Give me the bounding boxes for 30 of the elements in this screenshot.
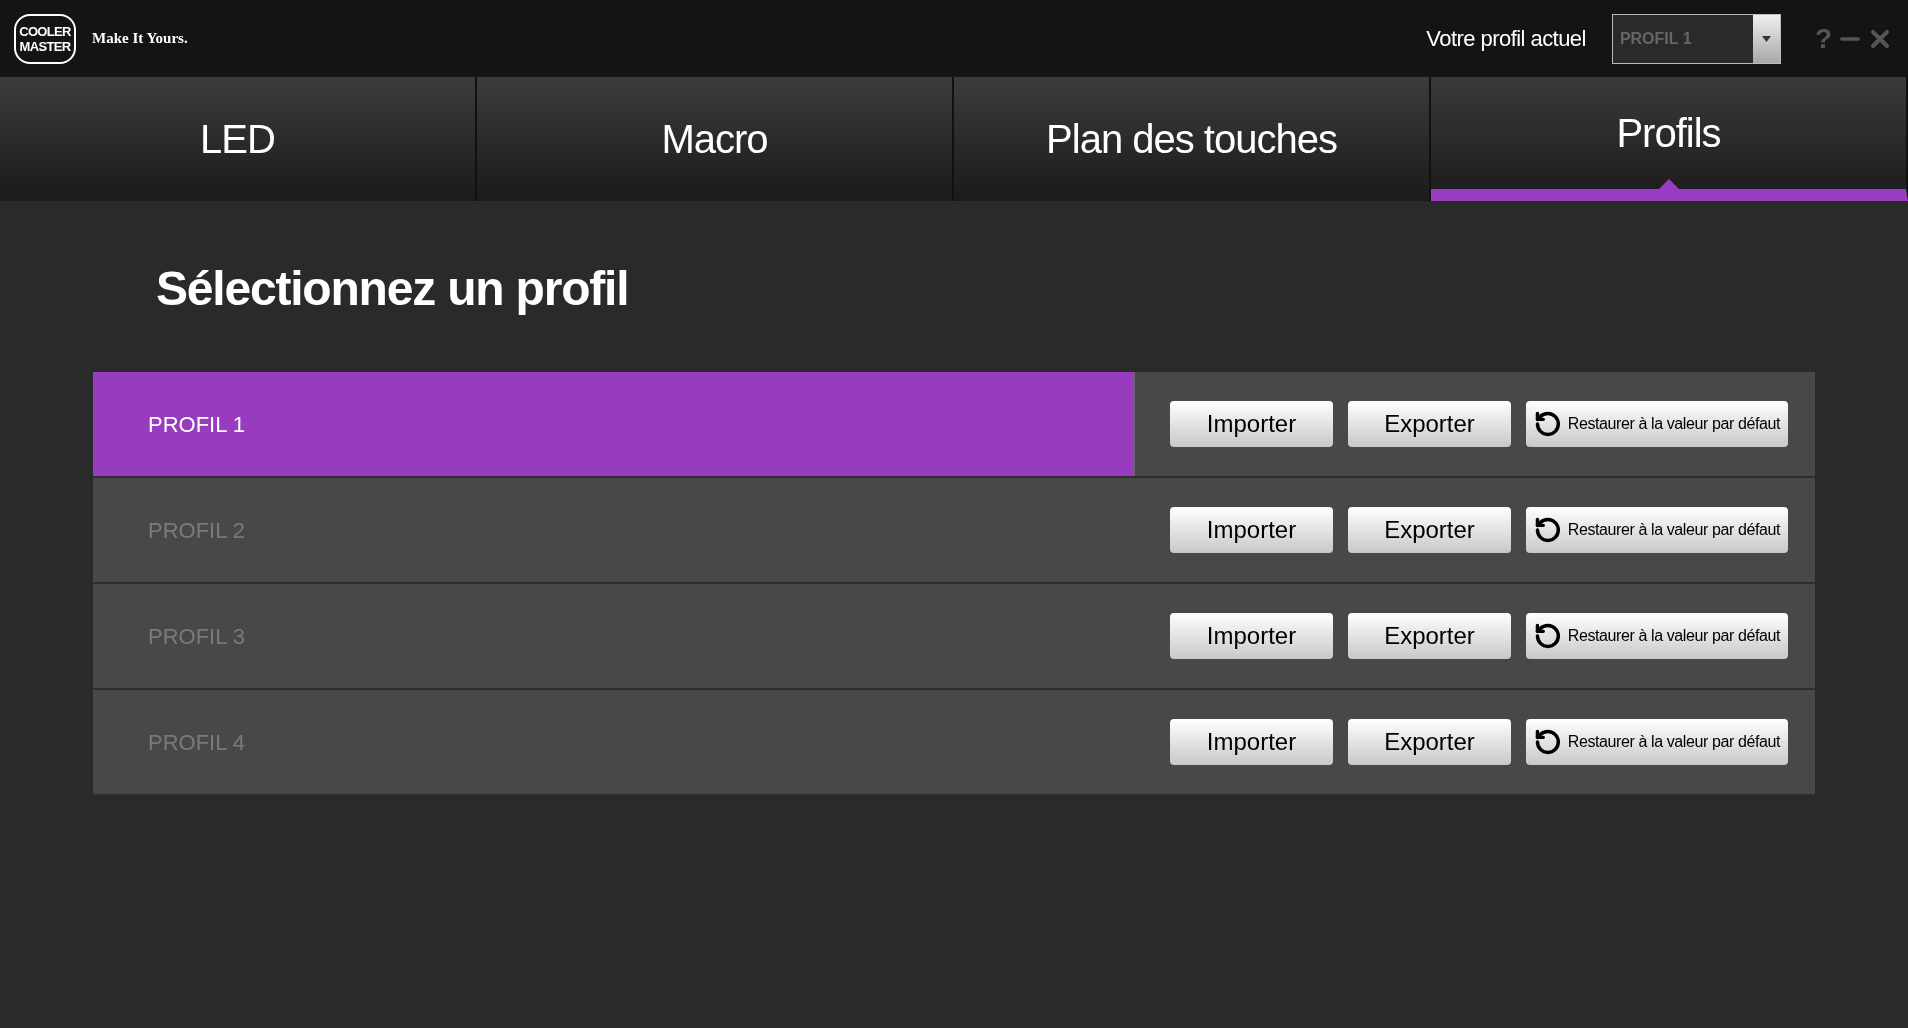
export-button[interactable]: Exporter	[1348, 401, 1511, 447]
current-profile-label: Votre profil actuel	[1426, 25, 1586, 53]
profile-row[interactable]: PROFIL 1 Importer Exporter Restaurer à la valeur par défaut	[93, 372, 1815, 478]
tab[interactable]: Profils	[1431, 77, 1908, 201]
restore-default-button[interactable]: Restaurer à la valeur par défaut	[1526, 507, 1788, 553]
import-button[interactable]: Importer	[1170, 613, 1333, 659]
tab-notch-icon	[1658, 179, 1679, 189]
logo-text: COOLER	[19, 23, 71, 39]
export-button[interactable]: Exporter	[1348, 507, 1511, 553]
restore-default-button[interactable]: Restaurer à la valeur par défaut	[1526, 401, 1788, 447]
dropdown-value: PROFIL 1	[1618, 28, 1693, 49]
import-button[interactable]: Importer	[1170, 401, 1333, 447]
page-heading: Sélectionnez un profil	[156, 261, 630, 317]
export-button[interactable]: Exporter	[1348, 719, 1511, 765]
import-button[interactable]: Importer	[1170, 507, 1333, 553]
reset-icon	[1534, 728, 1562, 756]
profile-name: PROFIL 1	[148, 410, 245, 439]
restore-default-button[interactable]: Restaurer à la valeur par défaut	[1526, 719, 1788, 765]
profile-name-area[interactable]: PROFIL 1	[93, 372, 1135, 476]
reset-icon	[1534, 410, 1562, 438]
tab[interactable]: LED	[0, 77, 477, 201]
logo-text: MASTER	[19, 38, 71, 54]
restore-default-button[interactable]: Restaurer à la valeur par défaut	[1526, 613, 1788, 659]
export-button[interactable]: Exporter	[1348, 613, 1511, 659]
tab[interactable]: Plan des touches	[954, 77, 1431, 201]
tagline: Make It Yours.	[92, 29, 188, 49]
reset-icon	[1534, 622, 1562, 650]
reset-icon	[1534, 516, 1562, 544]
import-button[interactable]: Importer	[1170, 719, 1333, 765]
tab[interactable]: Macro	[477, 77, 954, 201]
